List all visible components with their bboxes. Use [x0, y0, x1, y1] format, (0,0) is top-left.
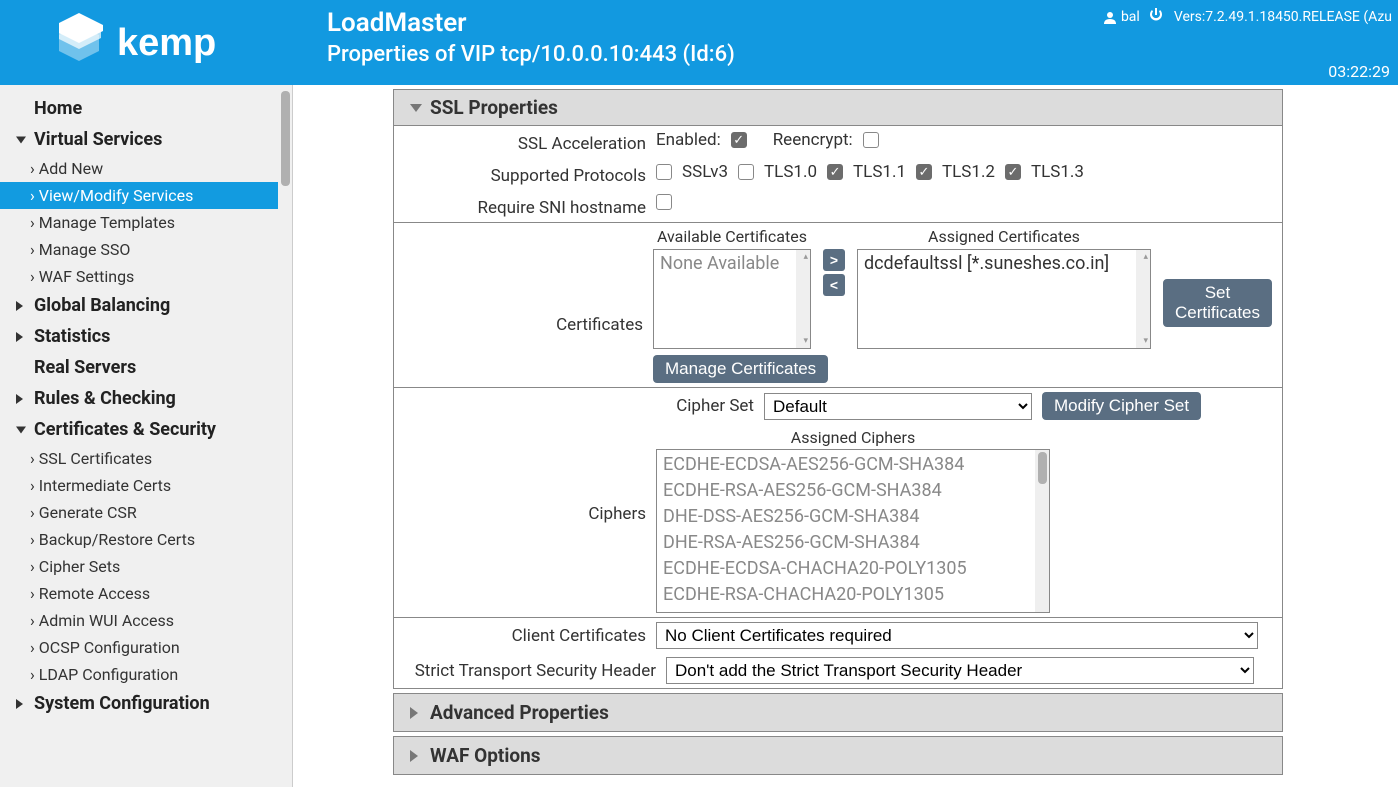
- client-certs-select[interactable]: No Client Certificates required: [656, 622, 1258, 649]
- modify-cipherset-button[interactable]: Modify Cipher Set: [1042, 392, 1201, 420]
- tls10-label: TLS1.0: [764, 162, 817, 182]
- tls13-label: TLS1.3: [1031, 162, 1084, 182]
- nav-ssl-certs[interactable]: SSL Certificates: [0, 445, 292, 472]
- tls10-checkbox[interactable]: [738, 164, 754, 180]
- logout-icon[interactable]: [1148, 6, 1166, 28]
- main-content: SSL Properties SSL Acceleration Enabled:…: [293, 85, 1398, 787]
- tls13-checkbox[interactable]: [1005, 164, 1021, 180]
- nav-intermediate-certs[interactable]: Intermediate Certs: [0, 472, 292, 499]
- header: kemp LoadMaster Properties of VIP tcp/10…: [0, 0, 1398, 85]
- ssl-accel-label: SSL Acceleration: [404, 130, 656, 154]
- cipherset-select[interactable]: Default: [764, 393, 1032, 420]
- reencrypt-label: Reencrypt:: [773, 130, 853, 150]
- assigned-certs-list[interactable]: dcdefaultssl [*.suneshes.co.in] ▴▾: [857, 249, 1151, 349]
- ciphers-label: Ciphers: [404, 428, 656, 524]
- nav-generate-csr[interactable]: Generate CSR: [0, 499, 292, 526]
- advanced-properties-panel[interactable]: Advanced Properties: [393, 693, 1283, 732]
- available-certs-list[interactable]: None Available ▴▾: [653, 249, 811, 349]
- nav-home[interactable]: Home: [0, 93, 292, 124]
- protocols-label: Supported Protocols: [404, 162, 656, 186]
- nav-rules-checking[interactable]: Rules & Checking: [0, 383, 292, 414]
- cipherset-label: Cipher Set: [404, 392, 764, 416]
- nav-cipher-sets[interactable]: Cipher Sets: [0, 553, 292, 580]
- username: bal: [1121, 9, 1140, 25]
- assigned-ciphers-title: Assigned Ciphers: [656, 428, 1050, 447]
- nav-ocsp-config[interactable]: OCSP Configuration: [0, 634, 292, 661]
- tls12-checkbox[interactable]: [916, 164, 932, 180]
- sidebar: Home Virtual Services Add New View/Modif…: [0, 85, 293, 787]
- enabled-checkbox[interactable]: [731, 132, 747, 148]
- nav-ldap-config[interactable]: LDAP Configuration: [0, 661, 292, 688]
- assigned-certs-title: Assigned Certificates: [857, 227, 1151, 246]
- available-certs-title: Available Certificates: [653, 227, 811, 246]
- waf-options-panel[interactable]: WAF Options: [393, 736, 1283, 775]
- client-certs-label: Client Certificates: [404, 622, 656, 646]
- nav-remote-access[interactable]: Remote Access: [0, 580, 292, 607]
- nav-statistics[interactable]: Statistics: [0, 321, 292, 352]
- hsts-label: Strict Transport Security Header: [404, 657, 666, 681]
- sslv3-checkbox[interactable]: [656, 164, 672, 180]
- nav-manage-sso[interactable]: Manage SSO: [0, 236, 292, 263]
- kemp-logo: kemp: [0, 0, 317, 85]
- nav-add-new[interactable]: Add New: [0, 155, 292, 182]
- certs-label: Certificates: [404, 275, 653, 335]
- nav-manage-templates[interactable]: Manage Templates: [0, 209, 292, 236]
- page-subtitle: Properties of VIP tcp/10.0.0.10:443 (Id:…: [317, 38, 1398, 67]
- reencrypt-checkbox[interactable]: [863, 132, 879, 148]
- sni-label: Require SNI hostname: [404, 194, 656, 218]
- nav-system-config[interactable]: System Configuration: [0, 688, 292, 719]
- sidebar-scrollbar[interactable]: [278, 85, 292, 787]
- set-certificates-button[interactable]: Set Certificates: [1163, 279, 1272, 327]
- nav-real-servers[interactable]: Real Servers: [0, 352, 292, 383]
- sni-checkbox[interactable]: [656, 194, 672, 210]
- nav-admin-wui-access[interactable]: Admin WUI Access: [0, 607, 292, 634]
- manage-certificates-button[interactable]: Manage Certificates: [653, 355, 828, 383]
- user-icon: [1103, 10, 1117, 24]
- clock: 03:22:29: [1328, 62, 1390, 81]
- ssl-properties-section: SSL Properties SSL Acceleration Enabled:…: [393, 89, 1283, 689]
- nav-virtual-services[interactable]: Virtual Services: [0, 124, 292, 155]
- tls11-label: TLS1.1: [853, 162, 906, 182]
- svg-text:kemp: kemp: [117, 22, 216, 64]
- nav-certs-security[interactable]: Certificates & Security: [0, 414, 292, 445]
- sslv3-label: SSLv3: [682, 162, 728, 182]
- nav-waf-settings[interactable]: WAF Settings: [0, 263, 292, 290]
- version-text: Vers:7.2.49.1.18450.RELEASE (Azu: [1174, 9, 1392, 25]
- move-left-button[interactable]: <: [823, 274, 845, 296]
- tls11-checkbox[interactable]: [827, 164, 843, 180]
- ciphers-list[interactable]: ECDHE-ECDSA-AES256-GCM-SHA384 ECDHE-RSA-…: [656, 449, 1050, 613]
- nav-global-balancing[interactable]: Global Balancing: [0, 290, 292, 321]
- move-right-button[interactable]: >: [823, 249, 845, 271]
- nav-view-modify-services[interactable]: View/Modify Services: [0, 182, 292, 209]
- enabled-label: Enabled:: [656, 130, 721, 150]
- tls12-label: TLS1.2: [942, 162, 995, 182]
- hsts-select[interactable]: Don't add the Strict Transport Security …: [666, 657, 1254, 684]
- nav-backup-restore-certs[interactable]: Backup/Restore Certs: [0, 526, 292, 553]
- ssl-section-header[interactable]: SSL Properties: [394, 90, 1282, 126]
